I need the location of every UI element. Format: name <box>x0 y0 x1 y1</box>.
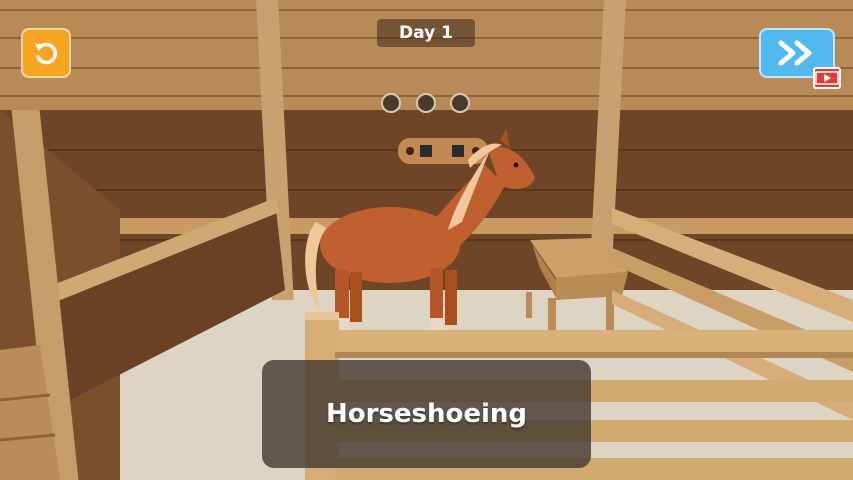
fast-forward-icon <box>778 40 812 66</box>
play-icon <box>815 71 839 85</box>
task-caption: Horseshoeing <box>325 399 528 429</box>
progress-dot <box>381 93 401 113</box>
progress-dot <box>416 93 436 113</box>
task-caption-panel: Horseshoeing <box>262 360 591 468</box>
progress-dot <box>450 93 470 113</box>
day-label: Day 1 <box>377 19 475 47</box>
video-ad-icon[interactable] <box>813 67 841 89</box>
restart-icon <box>35 42 57 65</box>
restart-button[interactable] <box>21 28 71 78</box>
